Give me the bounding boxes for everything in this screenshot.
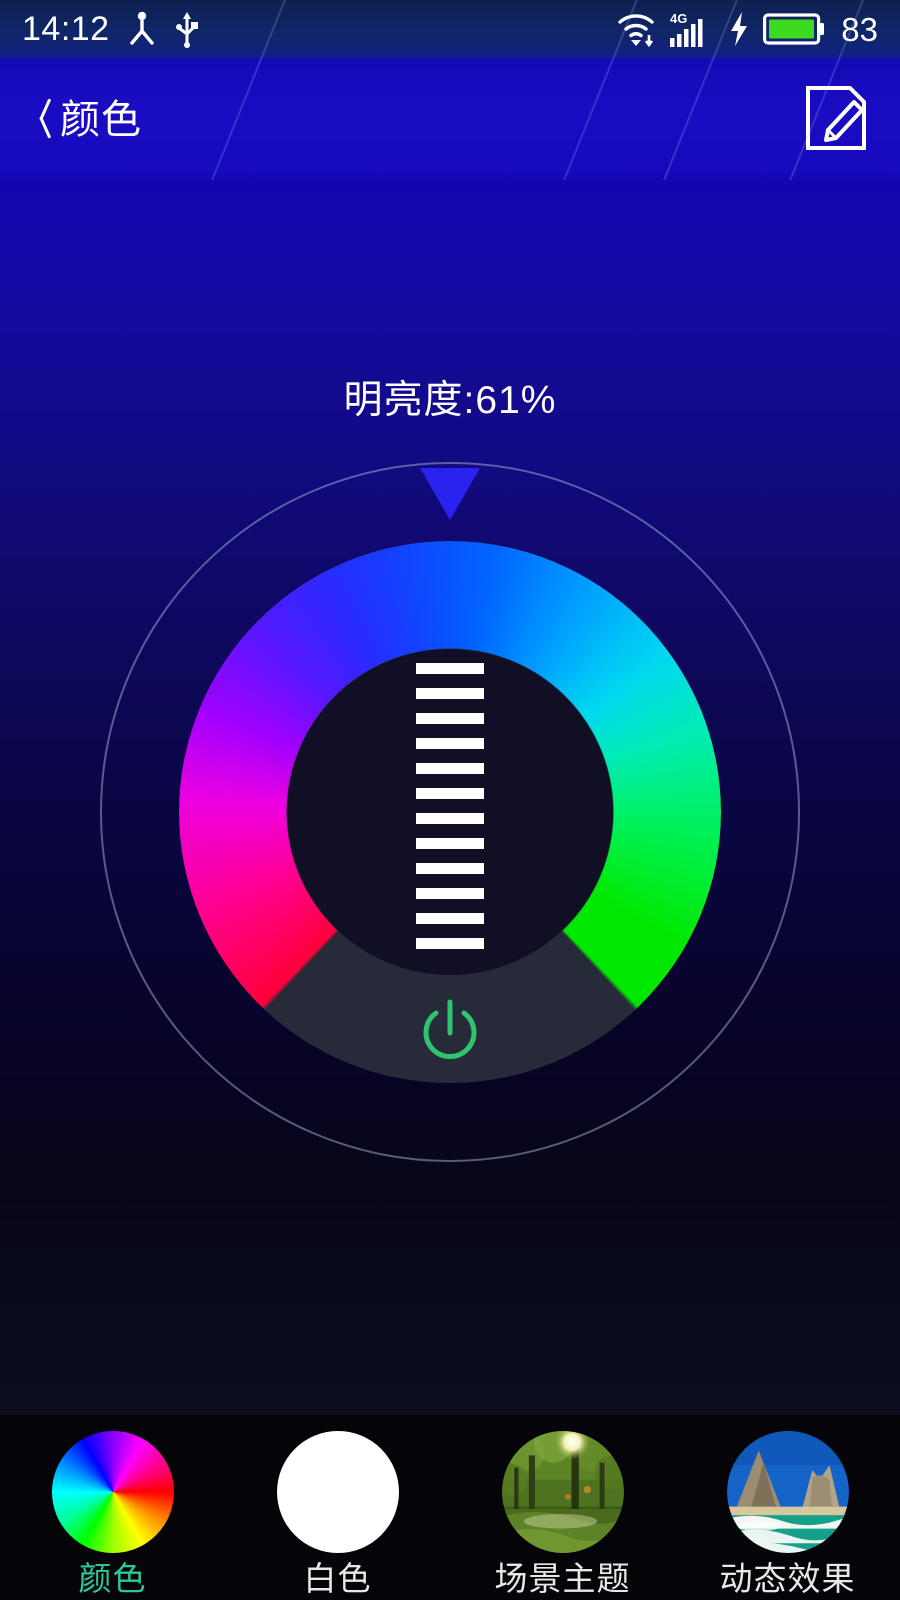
beach-scene-icon (726, 1431, 849, 1553)
signal-4g-icon: 4G (670, 11, 703, 47)
forest-scene-icon (501, 1431, 624, 1553)
brightness-bar (416, 913, 484, 924)
tab-label-scene-theme: 场景主题 (494, 1560, 631, 1597)
usb-icon (175, 12, 198, 48)
status-bar: 14:12 4G 83 (0, 0, 900, 58)
power-button[interactable] (411, 993, 489, 1071)
pencil-edit-icon (806, 86, 866, 150)
back-button[interactable]: 颜色 (18, 80, 152, 152)
brightness-level-bars[interactable] (414, 663, 486, 949)
wifi-icon (618, 14, 654, 48)
phone-screen: 明亮度:61% 颜色 14:12 4G 83 颜色 白色 场景主题 动态效果 (0, 0, 900, 1600)
tab-white[interactable]: 白色 (225, 1415, 450, 1600)
person-share-icon (129, 11, 154, 45)
brightness-label: 明亮度:61% (343, 379, 557, 422)
app-header: 颜色 (0, 58, 900, 176)
tab-dynamic-effect[interactable]: 动态效果 (675, 1415, 900, 1600)
page-title: 颜色 (60, 98, 142, 142)
tab-color[interactable]: 颜色 (0, 1415, 225, 1600)
brightness-bar (416, 763, 484, 774)
color-wheel-icon (51, 1431, 174, 1553)
tab-scene-theme[interactable]: 场景主题 (450, 1415, 675, 1600)
brightness-bar (416, 738, 484, 749)
battery-icon (763, 13, 825, 45)
battery-percentage: 83 (841, 10, 878, 48)
brightness-bar (416, 838, 484, 849)
brightness-bar (416, 713, 484, 724)
brightness-bar (416, 813, 484, 824)
chevron-left-icon (28, 97, 50, 135)
brightness-bar (416, 863, 484, 874)
edit-button[interactable] (802, 84, 870, 152)
svg-text:4G: 4G (670, 11, 687, 26)
brightness-bar (416, 888, 484, 899)
status-time: 14:12 (22, 10, 110, 48)
brightness-bar (416, 788, 484, 799)
brightness-bar (416, 688, 484, 699)
bottom-tab-bar: 颜色 白色 场景主题 动态效果 (0, 1415, 900, 1600)
brightness-bar (416, 663, 484, 674)
charging-bolt-icon (731, 12, 748, 46)
brightness-pointer-triangle[interactable] (420, 468, 480, 520)
white-circle-icon (276, 1431, 399, 1553)
tab-label-dynamic-effect: 动态效果 (719, 1560, 856, 1597)
tab-label-white: 白色 (303, 1560, 372, 1597)
tab-label-color: 颜色 (78, 1560, 147, 1597)
brightness-bar (416, 938, 484, 949)
